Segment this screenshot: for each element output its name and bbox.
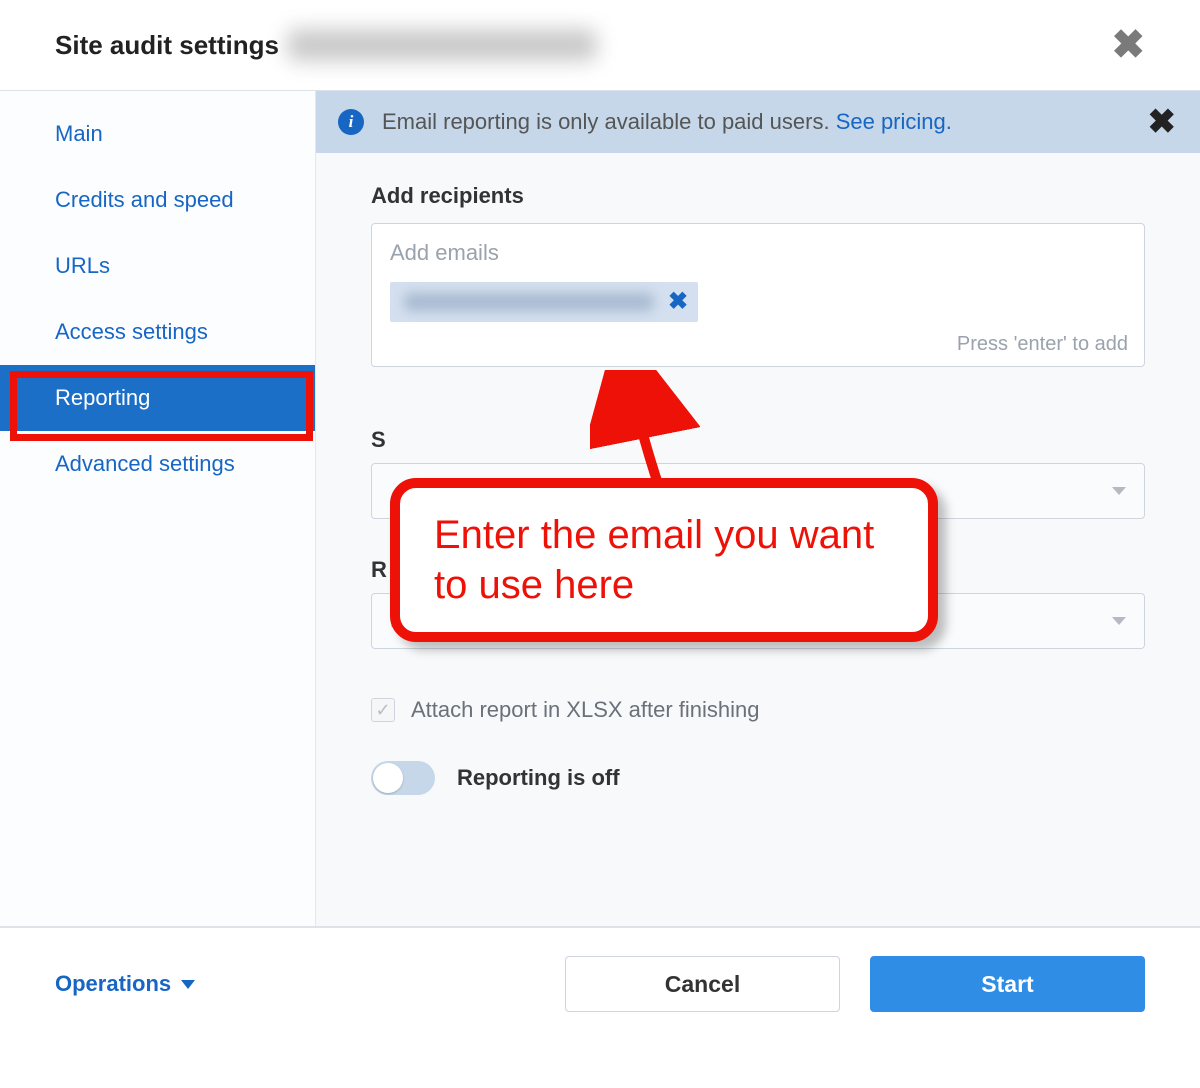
modal-footer: Operations Cancel Start xyxy=(0,927,1200,1040)
operations-label: Operations xyxy=(55,971,171,997)
recipients-input[interactable]: Add emails ✖ Press 'enter' to add xyxy=(371,223,1145,367)
chevron-down-icon xyxy=(1112,487,1126,495)
chevron-down-icon xyxy=(181,980,195,989)
attach-report-label: Attach report in XLSX after finishing xyxy=(411,697,760,723)
toggle-knob xyxy=(373,763,403,793)
operations-dropdown[interactable]: Operations xyxy=(55,971,195,997)
modal-header: Site audit settings ✖ xyxy=(0,0,1200,90)
cancel-button[interactable]: Cancel xyxy=(565,956,840,1012)
start-button[interactable]: Start xyxy=(870,956,1145,1012)
see-pricing-link[interactable]: See pricing. xyxy=(836,109,952,134)
page-title-text: Site audit settings xyxy=(55,30,279,61)
chip-remove-icon[interactable]: ✖ xyxy=(668,290,688,314)
sidebar-item-access[interactable]: Access settings xyxy=(0,299,315,365)
recipient-chip-redacted xyxy=(404,293,654,311)
add-recipients-label: Add recipients xyxy=(371,183,1145,209)
page-title: Site audit settings xyxy=(55,29,597,61)
footer-buttons: Cancel Start xyxy=(565,956,1145,1012)
sidebar: Main Credits and speed URLs Access setti… xyxy=(0,91,315,926)
recipients-hint: Press 'enter' to add xyxy=(957,333,1128,356)
recipient-chip: ✖ xyxy=(390,282,698,322)
banner-close-icon[interactable]: ✖ xyxy=(1148,102,1177,142)
reporting-toggle-label: Reporting is off xyxy=(457,765,620,791)
info-banner-message: Email reporting is only available to pai… xyxy=(382,109,836,134)
reporting-toggle[interactable] xyxy=(371,761,435,795)
chevron-down-icon xyxy=(1112,617,1126,625)
redacted-email xyxy=(287,29,597,61)
annotation-callout: Enter the email you want to use here xyxy=(390,478,938,642)
info-banner: i Email reporting is only available to p… xyxy=(316,91,1200,153)
sidebar-item-reporting[interactable]: Reporting xyxy=(0,365,315,431)
attach-report-checkbox[interactable]: ✓ xyxy=(371,698,395,722)
attach-report-row: ✓ Attach report in XLSX after finishing xyxy=(371,697,1145,723)
sidebar-item-credits[interactable]: Credits and speed xyxy=(0,167,315,233)
close-icon[interactable]: ✖ xyxy=(1111,25,1145,65)
info-banner-text: Email reporting is only available to pai… xyxy=(382,109,952,135)
reporting-toggle-row: Reporting is off xyxy=(371,761,1145,795)
sidebar-item-main[interactable]: Main xyxy=(0,101,315,167)
info-icon: i xyxy=(338,109,364,135)
sidebar-item-advanced[interactable]: Advanced settings xyxy=(0,431,315,497)
section-s-label: S xyxy=(371,427,1145,453)
sidebar-item-urls[interactable]: URLs xyxy=(0,233,315,299)
recipients-placeholder: Add emails xyxy=(390,240,1126,266)
